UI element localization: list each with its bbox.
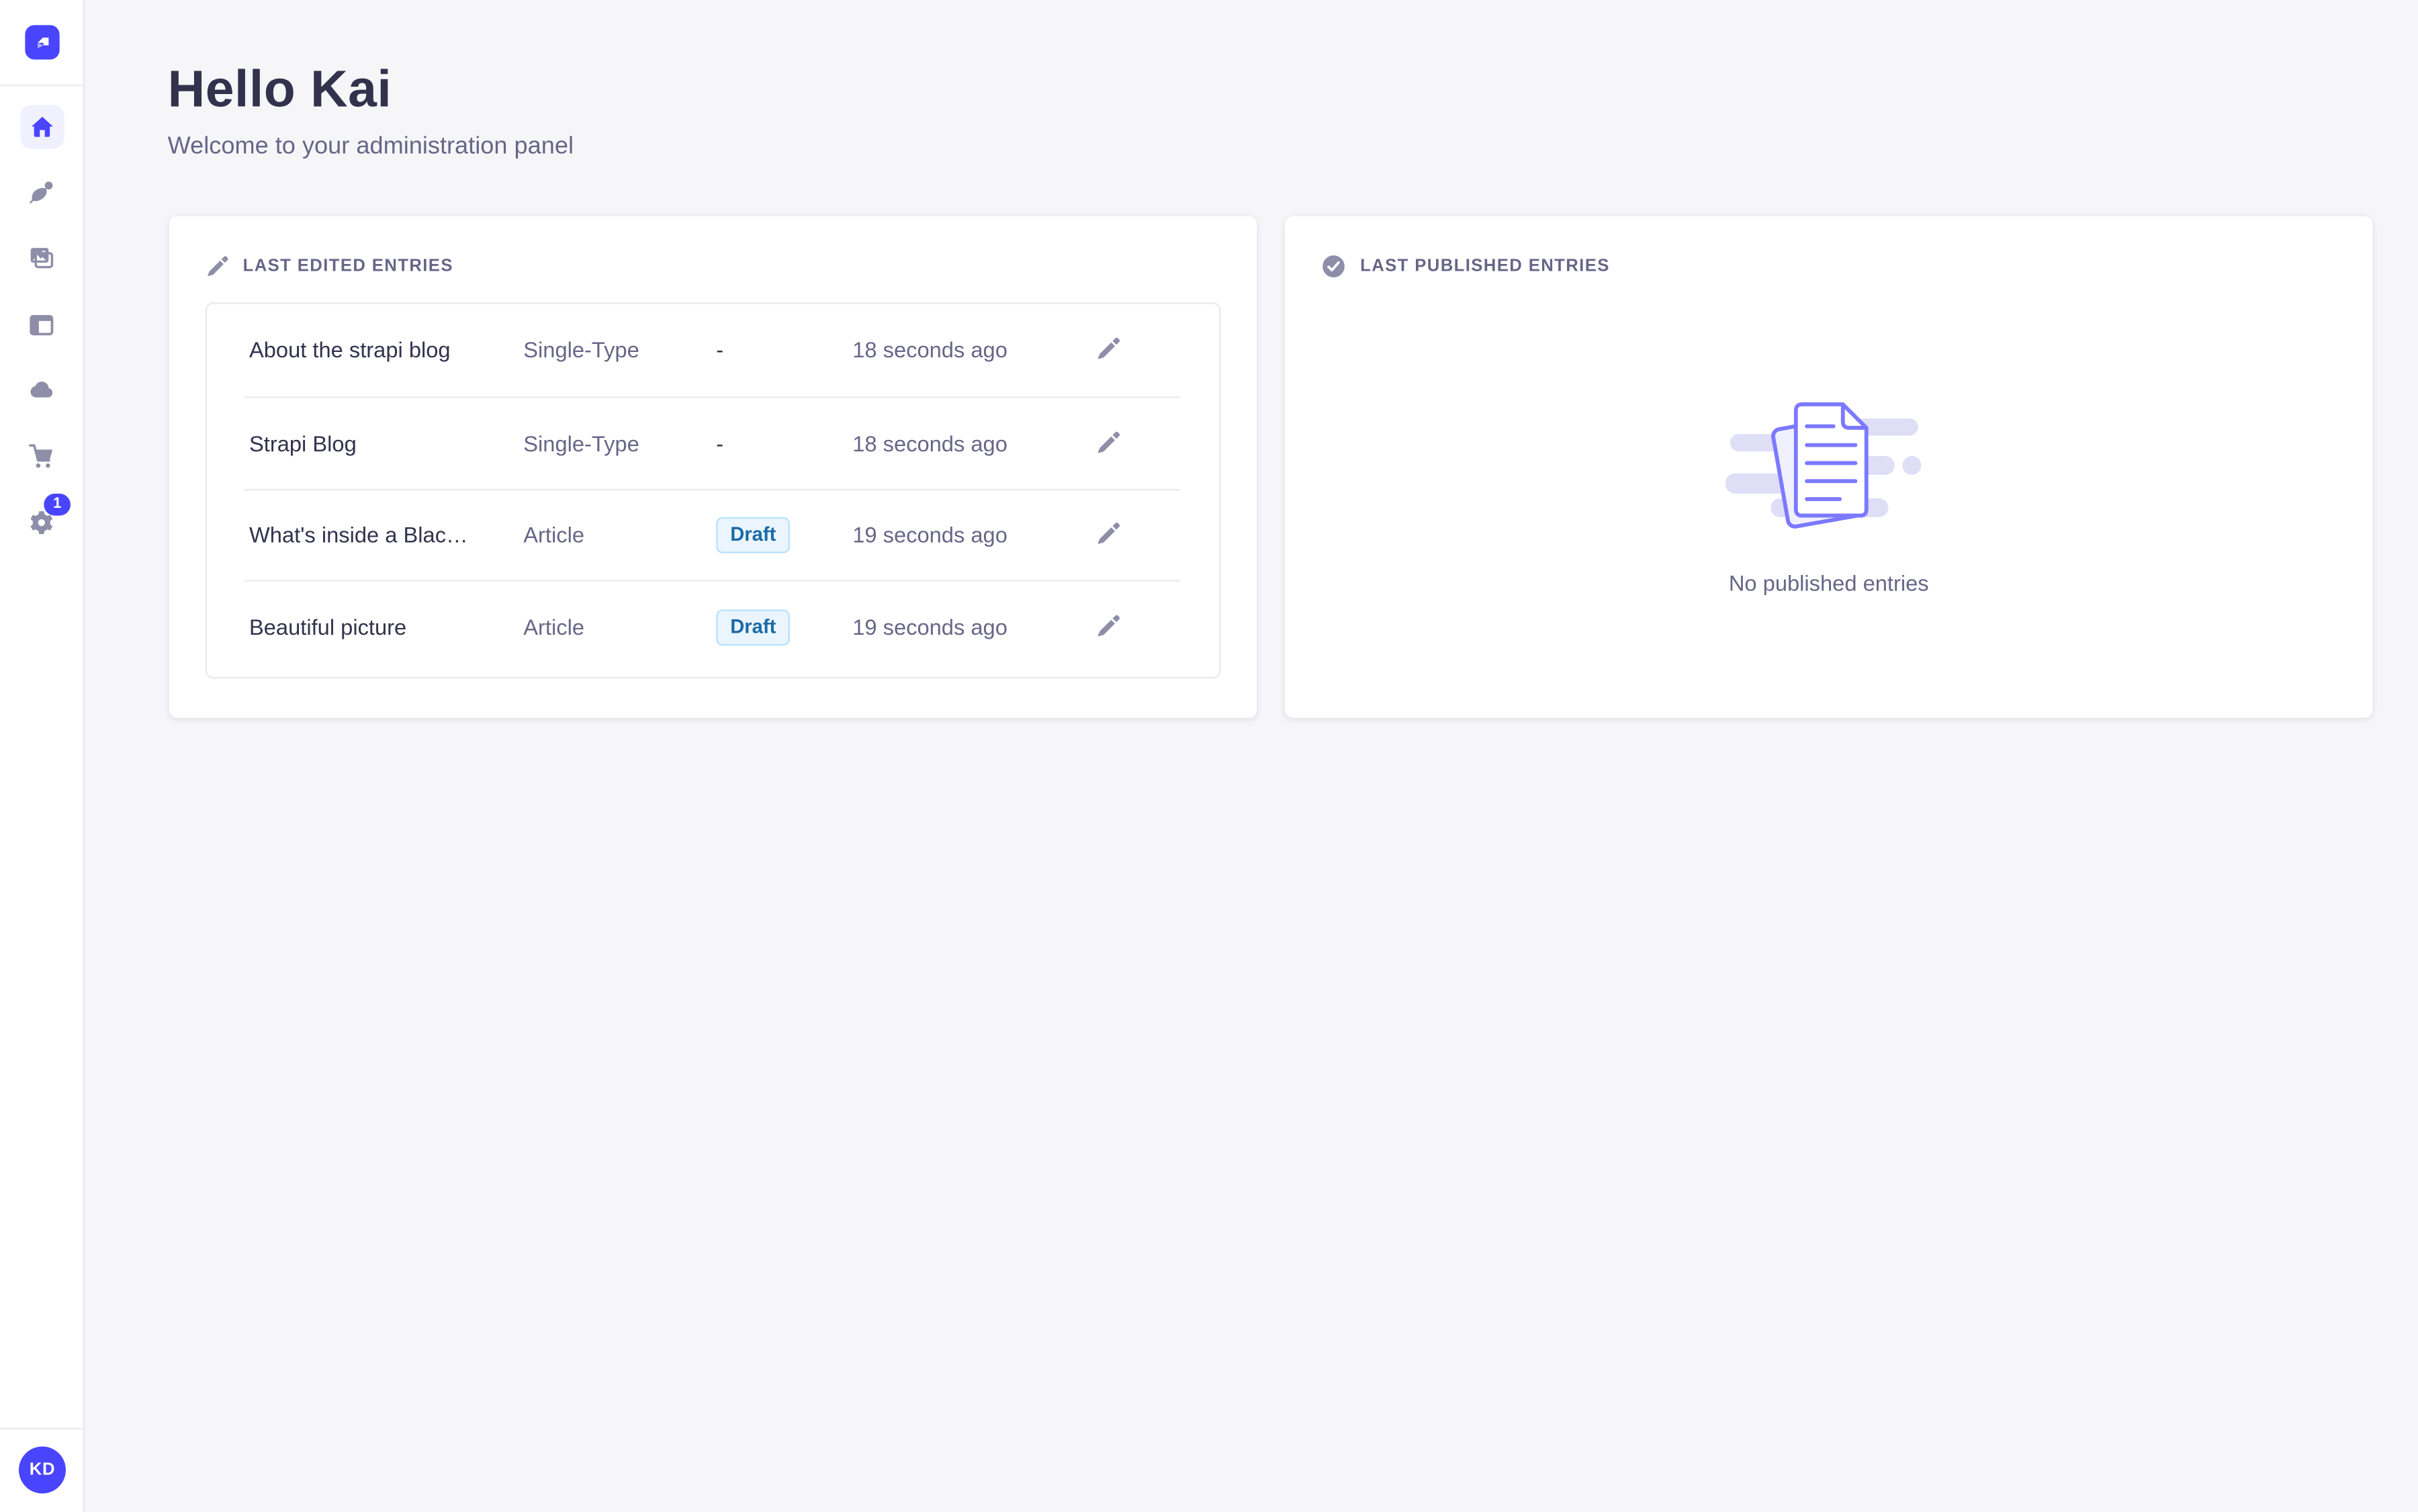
sidebar-item-marketplace[interactable] (0, 423, 83, 489)
user-avatar[interactable]: KD (19, 1446, 66, 1493)
sidebar: 1 KD (0, 0, 85, 1512)
entry-name: About the strapi blog (244, 337, 523, 362)
home-icon (29, 114, 54, 139)
entry-type: Single-Type (523, 431, 716, 455)
edit-entry-button[interactable] (1095, 431, 1120, 455)
page-title: Hello Kai (168, 60, 2418, 120)
page-subtitle: Welcome to your administration panel (168, 133, 2418, 161)
entry-status: - (716, 431, 852, 455)
entry-time: 19 seconds ago (852, 615, 1095, 639)
sidebar-item-home[interactable] (0, 94, 83, 160)
sidebar-divider (0, 85, 83, 86)
cart-icon (28, 443, 55, 468)
entry-name: Strapi Blog (244, 431, 523, 455)
feather-icon (28, 179, 55, 206)
table-row: About the strapi blog Single-Type - 18 s… (244, 304, 1180, 396)
sidebar-nav: 1 (0, 94, 83, 555)
sidebar-item-settings[interactable]: 1 (0, 489, 83, 555)
last-edited-header: LAST EDITED ENTRIES (206, 254, 1221, 279)
media-library-icon (28, 246, 55, 271)
settings-badge: 1 (44, 494, 71, 516)
empty-state: No published entries (1321, 279, 2337, 595)
table-row: Strapi Blog Single-Type - 18 seconds ago (244, 396, 1180, 488)
last-published-card: LAST PUBLISHED ENTRIES (1285, 216, 2372, 718)
entry-status: Draft (716, 609, 852, 646)
table-row: What's inside a Blac… Article Draft 19 s… (244, 488, 1180, 580)
pencil-icon (1095, 431, 1120, 455)
check-circle-icon (1321, 254, 1346, 279)
pencil-icon (1095, 337, 1120, 362)
draft-status-badge: Draft (716, 517, 790, 553)
entry-status: Draft (716, 517, 852, 553)
edit-entry-button[interactable] (1095, 615, 1120, 639)
main-content: Hello Kai Welcome to your administration… (85, 0, 2418, 718)
empty-documents-illustration (1726, 395, 1932, 531)
sidebar-item-media-library[interactable] (0, 226, 83, 292)
content-builder-icon (28, 311, 55, 338)
sidebar-item-content-type-builder[interactable] (0, 292, 83, 357)
sidebar-item-content-manager[interactable] (0, 160, 83, 226)
entry-type: Article (523, 615, 716, 639)
cloud-icon (28, 377, 55, 402)
entry-time: 19 seconds ago (852, 523, 1095, 547)
pencil-icon (206, 255, 229, 278)
entry-name: What's inside a Blac… (244, 523, 523, 547)
entry-type: Article (523, 523, 716, 547)
edit-entry-button[interactable] (1095, 337, 1120, 362)
draft-status-badge: Draft (716, 609, 790, 646)
last-published-title: LAST PUBLISHED ENTRIES (1360, 257, 1610, 276)
table-row: Beautiful picture Article Draft 19 secon… (244, 580, 1180, 672)
pencil-icon (1095, 523, 1120, 547)
sidebar-divider (0, 1427, 83, 1429)
last-edited-card: LAST EDITED ENTRIES About the strapi blo… (169, 216, 1257, 718)
widgets-row: LAST EDITED ENTRIES About the strapi blo… (169, 216, 2418, 718)
last-edited-table: About the strapi blog Single-Type - 18 s… (206, 302, 1221, 678)
entry-time: 18 seconds ago (852, 337, 1095, 362)
last-edited-title: LAST EDITED ENTRIES (243, 257, 453, 276)
active-tile (19, 105, 63, 148)
sidebar-item-cloud[interactable] (0, 357, 83, 423)
entry-time: 18 seconds ago (852, 431, 1095, 455)
edit-entry-button[interactable] (1095, 523, 1120, 547)
entry-type: Single-Type (523, 337, 716, 362)
last-published-header: LAST PUBLISHED ENTRIES (1321, 254, 2337, 279)
strapi-logo-icon (32, 32, 54, 54)
entry-status: - (716, 337, 852, 362)
entry-name: Beautiful picture (244, 615, 523, 639)
empty-state-text: No published entries (1729, 570, 1929, 595)
strapi-logo[interactable] (25, 25, 59, 59)
pencil-icon (1095, 615, 1120, 639)
admin-home-page: 1 KD Hello Kai Welcome to your administr… (0, 0, 2418, 1512)
